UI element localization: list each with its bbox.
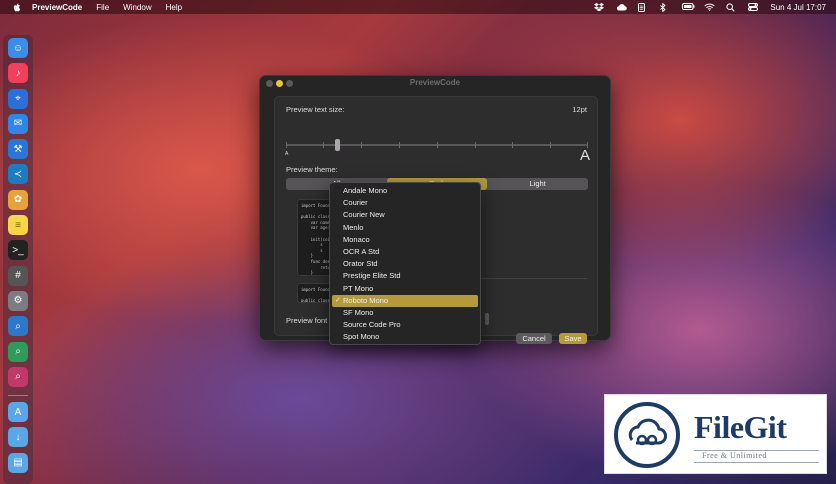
text-size-label: Preview text size: xyxy=(286,105,345,114)
slider-tick xyxy=(361,142,362,148)
divider xyxy=(467,278,587,279)
slider-tick xyxy=(512,142,513,148)
text-size-slider-knob[interactable] xyxy=(335,139,340,151)
settings-icon[interactable]: ⚙ xyxy=(8,290,28,311)
font-option-label: Monaco xyxy=(343,234,370,244)
font-option-label: Spot Mono xyxy=(343,332,380,342)
large-size-glyph: A xyxy=(579,147,590,164)
slider-tick xyxy=(323,142,324,148)
small-size-glyph: A xyxy=(285,151,289,157)
xcode-icon[interactable]: ⚒ xyxy=(8,139,28,160)
finder-icon[interactable]: ☺ xyxy=(8,38,28,58)
font-option-label: Prestige Elite Std xyxy=(343,271,401,281)
wifi-icon[interactable] xyxy=(704,3,716,11)
vscode-icon[interactable]: ≺ xyxy=(8,164,28,185)
checkmark-icon: ✓ xyxy=(335,296,341,304)
help-menu[interactable]: Help xyxy=(166,3,182,12)
font-option[interactable]: Spot Mono xyxy=(332,331,478,343)
tab-light[interactable]: Light xyxy=(487,178,588,190)
font-option[interactable]: SF Mono xyxy=(332,307,478,319)
apple-menu-icon[interactable] xyxy=(12,2,22,12)
title-bar[interactable]: PreviewCode xyxy=(260,76,610,91)
font-option-label: Roboto Mono xyxy=(343,295,389,305)
dropbox-icon[interactable] xyxy=(594,3,605,12)
terminal-icon[interactable]: >_ xyxy=(8,240,28,261)
documents-folder-icon[interactable]: ▤ xyxy=(8,452,28,473)
font-option-label: Menlo xyxy=(343,222,364,232)
font-option-label: Courier New xyxy=(343,210,385,220)
pixelmator-icon[interactable]: ✿ xyxy=(8,189,28,210)
font-option[interactable]: Source Code Pro xyxy=(332,319,478,331)
slider-tick xyxy=(399,142,400,148)
slider-tick xyxy=(550,142,551,148)
preview-code-icon[interactable]: ⌕ xyxy=(8,316,28,337)
font-option-label: Orator Std xyxy=(343,259,378,269)
font-option[interactable]: Monaco xyxy=(332,234,478,246)
font-dropdown-menu: Andale Mono Courier Courier New Menlo Monaco… xyxy=(329,182,481,345)
battery-icon[interactable] xyxy=(682,3,695,11)
mail-icon[interactable]: ✉ xyxy=(8,113,28,134)
bluetooth-icon[interactable] xyxy=(660,2,670,13)
app-menu[interactable]: PreviewCode xyxy=(32,3,82,12)
font-option[interactable]: Menlo xyxy=(332,222,478,234)
search-icon[interactable] xyxy=(726,3,736,12)
font-option-label: PT Mono xyxy=(343,283,374,293)
watermark-name: FileGit xyxy=(694,409,787,445)
font-option-label: OCR A Std xyxy=(343,246,380,256)
file-menu[interactable]: File xyxy=(96,3,109,12)
safari-icon[interactable]: ⌖ xyxy=(8,88,28,109)
font-option[interactable]: PT Mono xyxy=(332,283,478,295)
downloads-folder-icon[interactable]: ↓ xyxy=(8,427,28,448)
filegit-watermark: FileGit Free & Unlimited xyxy=(604,394,827,474)
font-option[interactable]: Courier xyxy=(332,197,478,209)
status-area: Sun 4 Jul 17:07 xyxy=(594,0,826,14)
dock: ☺ ♪ ⌖ ✉ ⚒ ≺ ✿ ≡ >_ # ⚙ ⌕ ⌕ ⌕ A ↓ ▤ xyxy=(3,35,33,484)
clock[interactable]: Sun 4 Jul 17:07 xyxy=(770,3,826,12)
slider-tick xyxy=(286,142,287,148)
cloud-icon[interactable] xyxy=(616,3,628,11)
font-option-label: SF Mono xyxy=(343,307,374,317)
window-menu[interactable]: Window xyxy=(123,3,151,12)
watermark-tagline: Free & Unlimited xyxy=(702,451,767,460)
watermark-rule xyxy=(694,462,819,463)
notes-icon[interactable]: ≡ xyxy=(8,215,28,236)
font-option[interactable]: Andale Mono xyxy=(332,185,478,197)
document-icon[interactable] xyxy=(638,3,648,12)
font-option-label: Courier xyxy=(343,198,368,208)
calculator-icon[interactable]: # xyxy=(8,265,28,286)
slider-tick xyxy=(475,142,476,148)
font-option-label: Andale Mono xyxy=(343,186,388,195)
menu-bar: PreviewCode File Window Help Sun 4 Jul 1… xyxy=(0,0,836,14)
filegit-logo xyxy=(614,402,680,468)
applications-folder-icon[interactable]: A xyxy=(8,402,28,423)
font-option[interactable]: OCR A Std xyxy=(332,246,478,258)
cancel-button[interactable]: Cancel xyxy=(516,333,552,344)
preview-markdown-icon[interactable]: ⌕ xyxy=(8,341,28,362)
text-size-value: 12pt xyxy=(572,105,587,114)
font-option[interactable]: ✓ Roboto Mono xyxy=(332,294,478,307)
slider-tick xyxy=(437,142,438,148)
font-option-label: Source Code Pro xyxy=(343,320,401,330)
preview-json-icon[interactable]: ⌕ xyxy=(8,366,28,387)
window-title: PreviewCode xyxy=(409,78,461,87)
font-label: Preview font xyxy=(286,316,328,325)
font-option[interactable]: Orator Std xyxy=(332,258,478,270)
font-select-edge[interactable] xyxy=(485,313,489,325)
font-option[interactable]: Prestige Elite Std xyxy=(332,270,478,282)
dock-separator xyxy=(8,395,28,397)
font-option[interactable]: Courier New xyxy=(332,209,478,221)
theme-label: Preview theme: xyxy=(286,165,338,174)
save-button[interactable]: Save xyxy=(559,333,587,344)
control-center-icon[interactable] xyxy=(748,3,759,11)
music-icon[interactable]: ♪ xyxy=(8,63,28,84)
